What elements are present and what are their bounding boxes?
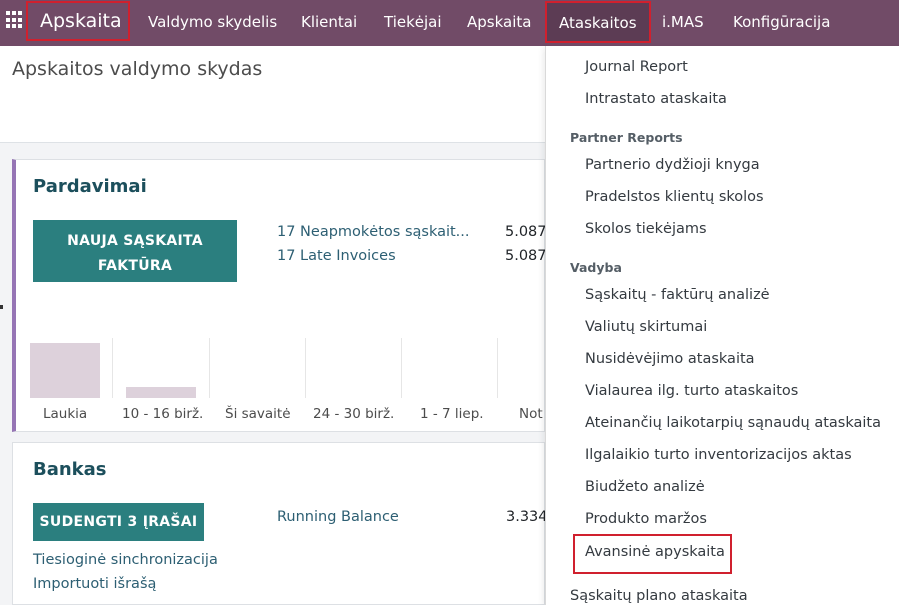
menu-item-intrastat[interactable]: Intrastato ataskaita [585, 91, 727, 107]
chart-bar-laukia [30, 343, 100, 398]
chart-label-not: Not [519, 406, 543, 422]
menu-item-deferred-expenses[interactable]: Ateinančių laikotarpių sąnaudų ataskaita [585, 415, 881, 431]
late-invoices-amount: 5.087 [505, 248, 547, 264]
chart-gridline [209, 338, 210, 398]
page-title: Apskaitos valdymo skydas [12, 58, 263, 80]
nav-valdymo-skydelis[interactable]: Valdymo skydelis [148, 0, 277, 44]
nav-ataskaitos[interactable]: Ataskaitos [545, 1, 651, 43]
reports-dropdown-menu: Journal Report Intrastato ataskaita Part… [545, 46, 899, 605]
chart-label-laukia: Laukia [43, 406, 88, 422]
chart-gridline [112, 338, 113, 398]
menu-item-depreciation-report[interactable]: Nusidėvėjimo ataskaita [585, 351, 755, 367]
online-sync-link[interactable]: Tiesioginė sinchronizacija [33, 552, 218, 568]
menu-item-aged-receivable[interactable]: Pradelstos klientų skolos [585, 189, 764, 205]
apps-grid-icon[interactable] [6, 11, 24, 29]
menu-item-advance-report[interactable]: Avansinė apyskaita [573, 534, 732, 574]
reconcile-button[interactable]: SUDENGTI 3 ĮRAŠAI [33, 503, 204, 541]
chart-gridline [497, 338, 498, 398]
sales-aging-chart[interactable]: Laukia 10 - 16 birž. Ši savaitė 24 - 30 … [16, 338, 545, 430]
unpaid-invoices-link[interactable]: 17 Neapmokėtos sąskait... [277, 224, 470, 240]
import-statement-link[interactable]: Importuoti išrašą [33, 576, 156, 592]
chart-bar-10-16 [126, 387, 196, 398]
menu-item-product-margins[interactable]: Produkto maržos [585, 511, 707, 527]
menu-item-chart-of-accounts-report[interactable]: Sąskaitų plano ataskaita [570, 588, 748, 604]
bank-card-title[interactable]: Bankas [33, 459, 107, 480]
chart-label-1-7: 1 - 7 liep. [420, 406, 484, 422]
new-invoice-button-line2: FAKTŪRA [97, 258, 173, 274]
running-balance-label: Running Balance [277, 509, 399, 525]
menu-item-asset-inventory-act[interactable]: Ilgalaikio turto inventorizacijos aktas [585, 447, 852, 463]
nav-klientai[interactable]: Klientai [301, 0, 357, 44]
menu-item-currency-differences[interactable]: Valiutų skirtumai [585, 319, 707, 335]
late-invoices-link[interactable]: 17 Late Invoices [277, 248, 396, 264]
menu-item-budget-analysis[interactable]: Biudžeto analizė [585, 479, 705, 495]
new-invoice-button-line1: NAUJA SĄSKAITA [67, 233, 203, 249]
menu-item-invoice-analysis[interactable]: Sąskaitų - faktūrų analizė [585, 287, 770, 303]
top-navbar: Apskaita Valdymo skydelis Klientai Tiekė… [0, 0, 899, 46]
app-brand-apskaita[interactable]: Apskaita [26, 1, 130, 41]
menu-item-advance-report-label: Avansinė apyskaita [585, 544, 725, 560]
nav-apskaita[interactable]: Apskaita [467, 0, 531, 44]
nav-tiekejai[interactable]: Tiekėjai [384, 0, 442, 44]
edge-marker [0, 305, 3, 309]
running-balance-amount: 3.334 [506, 509, 548, 525]
bank-journal-card: Bankas SUDENGTI 3 ĮRAŠAI Tiesioginė sinc… [12, 442, 548, 605]
nav-imas[interactable]: i.MAS [662, 0, 704, 44]
menu-item-aged-payable[interactable]: Skolos tiekėjams [585, 221, 707, 237]
nav-konfiguracija[interactable]: Konfigūracija [733, 0, 830, 44]
sales-card-title[interactable]: Pardavimai [33, 176, 147, 197]
menu-header-partner-reports: Partner Reports [570, 130, 683, 145]
unpaid-invoices-amount: 5.087 [505, 224, 547, 240]
chart-label-10-16: 10 - 16 birž. [122, 406, 204, 422]
chart-label-24-30: 24 - 30 birž. [313, 406, 395, 422]
menu-item-journal-report[interactable]: Journal Report [585, 59, 688, 75]
new-invoice-button[interactable]: NAUJA SĄSKAITA FAKTŪRA [33, 220, 237, 282]
chart-gridline [305, 338, 306, 398]
chart-gridline [401, 338, 402, 398]
menu-header-vadyba: Vadyba [570, 260, 622, 275]
menu-item-fixed-asset-reports[interactable]: Vialaurea ilg. turto ataskaitos [585, 383, 798, 399]
chart-label-si-savaite: Ši savaitė [225, 406, 291, 422]
menu-item-partner-ledger[interactable]: Partnerio dydžioji knyga [585, 157, 760, 173]
